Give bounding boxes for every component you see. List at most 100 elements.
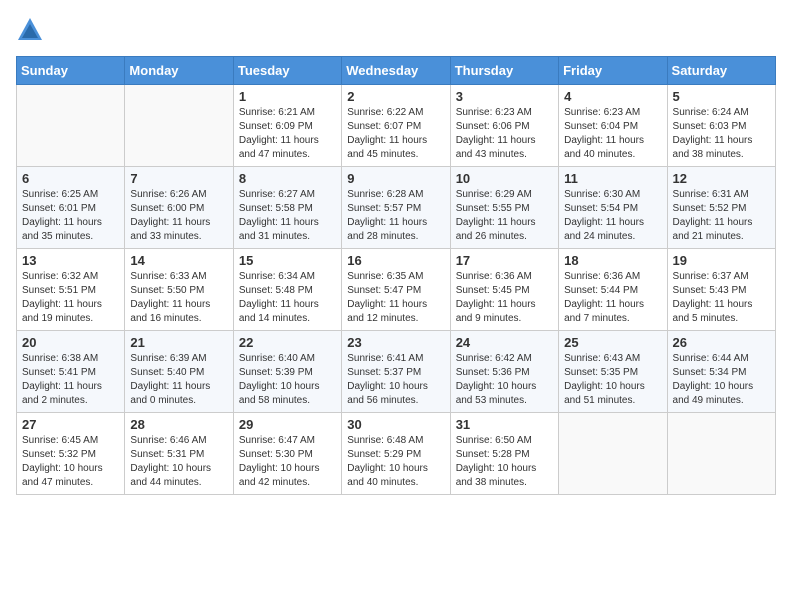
calendar-cell: 5 Sunrise: 6:24 AM Sunset: 6:03 PM Daylig… bbox=[667, 85, 775, 167]
day-number: 4 bbox=[564, 89, 661, 104]
day-number: 21 bbox=[130, 335, 227, 350]
day-number: 27 bbox=[22, 417, 119, 432]
day-number: 5 bbox=[673, 89, 770, 104]
day-info: Sunrise: 6:35 AM Sunset: 5:47 PM Dayligh… bbox=[347, 270, 444, 326]
calendar-cell: 25 Sunrise: 6:43 AM Sunset: 5:35 PM Dayli… bbox=[559, 331, 667, 413]
calendar-cell: 15 Sunrise: 6:34 AM Sunset: 5:48 PM Dayli… bbox=[233, 249, 341, 331]
calendar-cell: 18 Sunrise: 6:36 AM Sunset: 5:44 PM Dayli… bbox=[559, 249, 667, 331]
calendar-week-1: 1Sunrise: 6:21 AM Sunset: 6:09 PM Daylig… bbox=[17, 85, 776, 167]
day-number: 15 bbox=[239, 253, 336, 268]
calendar-cell: 14 Sunrise: 6:33 AM Sunset: 5:50 PM Dayli… bbox=[125, 249, 233, 331]
day-info: Sunrise: 6:34 AM Sunset: 5:48 PM Dayligh… bbox=[239, 270, 336, 326]
logo bbox=[16, 16, 48, 44]
day-number: 28 bbox=[130, 417, 227, 432]
calendar-cell: 13 Sunrise: 6:32 AM Sunset: 5:51 PM Dayli… bbox=[17, 249, 125, 331]
day-number: 23 bbox=[347, 335, 444, 350]
calendar-table: SundayMondayTuesdayWednesdayThursdayFrid… bbox=[16, 56, 776, 495]
day-number: 17 bbox=[456, 253, 553, 268]
calendar-cell: 6 Sunrise: 6:25 AM Sunset: 6:01 PM Daylig… bbox=[17, 167, 125, 249]
weekday-header-thursday: Thursday bbox=[450, 57, 558, 85]
calendar-cell bbox=[667, 413, 775, 495]
day-info: Sunrise: 6:23 AM Sunset: 6:06 PM Dayligh… bbox=[456, 106, 553, 162]
weekday-header-friday: Friday bbox=[559, 57, 667, 85]
calendar-cell: 31 Sunrise: 6:50 AM Sunset: 5:28 PM Dayli… bbox=[450, 413, 558, 495]
calendar-cell: 28 Sunrise: 6:46 AM Sunset: 5:31 PM Dayli… bbox=[125, 413, 233, 495]
day-info: Sunrise: 6:37 AM Sunset: 5:43 PM Dayligh… bbox=[673, 270, 770, 326]
page-header bbox=[16, 16, 776, 44]
day-number: 16 bbox=[347, 253, 444, 268]
calendar-header-row: SundayMondayTuesdayWednesdayThursdayFrid… bbox=[17, 57, 776, 85]
calendar-cell: 26 Sunrise: 6:44 AM Sunset: 5:34 PM Dayli… bbox=[667, 331, 775, 413]
day-info: Sunrise: 6:29 AM Sunset: 5:55 PM Dayligh… bbox=[456, 188, 553, 244]
day-number: 2 bbox=[347, 89, 444, 104]
weekday-header-wednesday: Wednesday bbox=[342, 57, 450, 85]
day-number: 7 bbox=[130, 171, 227, 186]
day-info: Sunrise: 6:45 AM Sunset: 5:32 PM Dayligh… bbox=[22, 434, 119, 490]
day-number: 29 bbox=[239, 417, 336, 432]
day-info: Sunrise: 6:31 AM Sunset: 5:52 PM Dayligh… bbox=[673, 188, 770, 244]
day-number: 20 bbox=[22, 335, 119, 350]
day-info: Sunrise: 6:50 AM Sunset: 5:28 PM Dayligh… bbox=[456, 434, 553, 490]
day-info: Sunrise: 6:28 AM Sunset: 5:57 PM Dayligh… bbox=[347, 188, 444, 244]
calendar-week-3: 13 Sunrise: 6:32 AM Sunset: 5:51 PM Dayli… bbox=[17, 249, 776, 331]
calendar-cell: 16 Sunrise: 6:35 AM Sunset: 5:47 PM Dayli… bbox=[342, 249, 450, 331]
day-number: 13 bbox=[22, 253, 119, 268]
day-info: Sunrise: 6:39 AM Sunset: 5:40 PM Dayligh… bbox=[130, 352, 227, 408]
day-info: Sunrise: 6:22 AM Sunset: 6:07 PM Dayligh… bbox=[347, 106, 444, 162]
calendar-cell: 11 Sunrise: 6:30 AM Sunset: 5:54 PM Dayli… bbox=[559, 167, 667, 249]
day-number: 25 bbox=[564, 335, 661, 350]
day-info: Sunrise: 6:33 AM Sunset: 5:50 PM Dayligh… bbox=[130, 270, 227, 326]
day-number: 14 bbox=[130, 253, 227, 268]
calendar-cell: 21 Sunrise: 6:39 AM Sunset: 5:40 PM Dayli… bbox=[125, 331, 233, 413]
day-info: Sunrise: 6:32 AM Sunset: 5:51 PM Dayligh… bbox=[22, 270, 119, 326]
calendar-cell: 23 Sunrise: 6:41 AM Sunset: 5:37 PM Dayli… bbox=[342, 331, 450, 413]
day-info: Sunrise: 6:40 AM Sunset: 5:39 PM Dayligh… bbox=[239, 352, 336, 408]
day-number: 8 bbox=[239, 171, 336, 186]
calendar-cell: 20 Sunrise: 6:38 AM Sunset: 5:41 PM Dayli… bbox=[17, 331, 125, 413]
day-info: Sunrise: 6:26 AM Sunset: 6:00 PM Dayligh… bbox=[130, 188, 227, 244]
calendar-cell: 3 Sunrise: 6:23 AM Sunset: 6:06 PM Daylig… bbox=[450, 85, 558, 167]
day-number: 31 bbox=[456, 417, 553, 432]
calendar-cell: 22Sunrise: 6:40 AM Sunset: 5:39 PM Dayli… bbox=[233, 331, 341, 413]
day-info: Sunrise: 6:41 AM Sunset: 5:37 PM Dayligh… bbox=[347, 352, 444, 408]
day-number: 3 bbox=[456, 89, 553, 104]
calendar-week-2: 6 Sunrise: 6:25 AM Sunset: 6:01 PM Daylig… bbox=[17, 167, 776, 249]
calendar-cell: 9 Sunrise: 6:28 AM Sunset: 5:57 PM Daylig… bbox=[342, 167, 450, 249]
day-info: Sunrise: 6:43 AM Sunset: 5:35 PM Dayligh… bbox=[564, 352, 661, 408]
day-info: Sunrise: 6:44 AM Sunset: 5:34 PM Dayligh… bbox=[673, 352, 770, 408]
day-info: Sunrise: 6:24 AM Sunset: 6:03 PM Dayligh… bbox=[673, 106, 770, 162]
day-info: Sunrise: 6:30 AM Sunset: 5:54 PM Dayligh… bbox=[564, 188, 661, 244]
day-number: 10 bbox=[456, 171, 553, 186]
calendar-cell: 24 Sunrise: 6:42 AM Sunset: 5:36 PM Dayli… bbox=[450, 331, 558, 413]
logo-icon bbox=[16, 16, 44, 44]
weekday-header-tuesday: Tuesday bbox=[233, 57, 341, 85]
calendar-week-4: 20 Sunrise: 6:38 AM Sunset: 5:41 PM Dayli… bbox=[17, 331, 776, 413]
day-number: 24 bbox=[456, 335, 553, 350]
calendar-cell: 29 Sunrise: 6:47 AM Sunset: 5:30 PM Dayli… bbox=[233, 413, 341, 495]
calendar-cell bbox=[559, 413, 667, 495]
day-info: Sunrise: 6:27 AM Sunset: 5:58 PM Dayligh… bbox=[239, 188, 336, 244]
day-info: Sunrise: 6:38 AM Sunset: 5:41 PM Dayligh… bbox=[22, 352, 119, 408]
day-number: 6 bbox=[22, 171, 119, 186]
day-info: Sunrise: 6:36 AM Sunset: 5:45 PM Dayligh… bbox=[456, 270, 553, 326]
day-info: Sunrise: 6:42 AM Sunset: 5:36 PM Dayligh… bbox=[456, 352, 553, 408]
calendar-cell: 8 Sunrise: 6:27 AM Sunset: 5:58 PM Daylig… bbox=[233, 167, 341, 249]
day-number: 11 bbox=[564, 171, 661, 186]
day-number: 26 bbox=[673, 335, 770, 350]
calendar-week-5: 27 Sunrise: 6:45 AM Sunset: 5:32 PM Dayli… bbox=[17, 413, 776, 495]
day-info: Sunrise: 6:36 AM Sunset: 5:44 PM Dayligh… bbox=[564, 270, 661, 326]
day-info: Sunrise: 6:25 AM Sunset: 6:01 PM Dayligh… bbox=[22, 188, 119, 244]
calendar-cell: 4Sunrise: 6:23 AM Sunset: 6:04 PM Daylig… bbox=[559, 85, 667, 167]
calendar-cell: 17 Sunrise: 6:36 AM Sunset: 5:45 PM Dayli… bbox=[450, 249, 558, 331]
calendar-cell: 10 Sunrise: 6:29 AM Sunset: 5:55 PM Dayli… bbox=[450, 167, 558, 249]
calendar-cell bbox=[125, 85, 233, 167]
weekday-header-monday: Monday bbox=[125, 57, 233, 85]
day-info: Sunrise: 6:46 AM Sunset: 5:31 PM Dayligh… bbox=[130, 434, 227, 490]
day-number: 9 bbox=[347, 171, 444, 186]
weekday-header-saturday: Saturday bbox=[667, 57, 775, 85]
calendar-cell: 2 Sunrise: 6:22 AM Sunset: 6:07 PM Daylig… bbox=[342, 85, 450, 167]
day-number: 18 bbox=[564, 253, 661, 268]
calendar-cell: 7 Sunrise: 6:26 AM Sunset: 6:00 PM Daylig… bbox=[125, 167, 233, 249]
calendar-cell: 19Sunrise: 6:37 AM Sunset: 5:43 PM Dayli… bbox=[667, 249, 775, 331]
day-info: Sunrise: 6:47 AM Sunset: 5:30 PM Dayligh… bbox=[239, 434, 336, 490]
